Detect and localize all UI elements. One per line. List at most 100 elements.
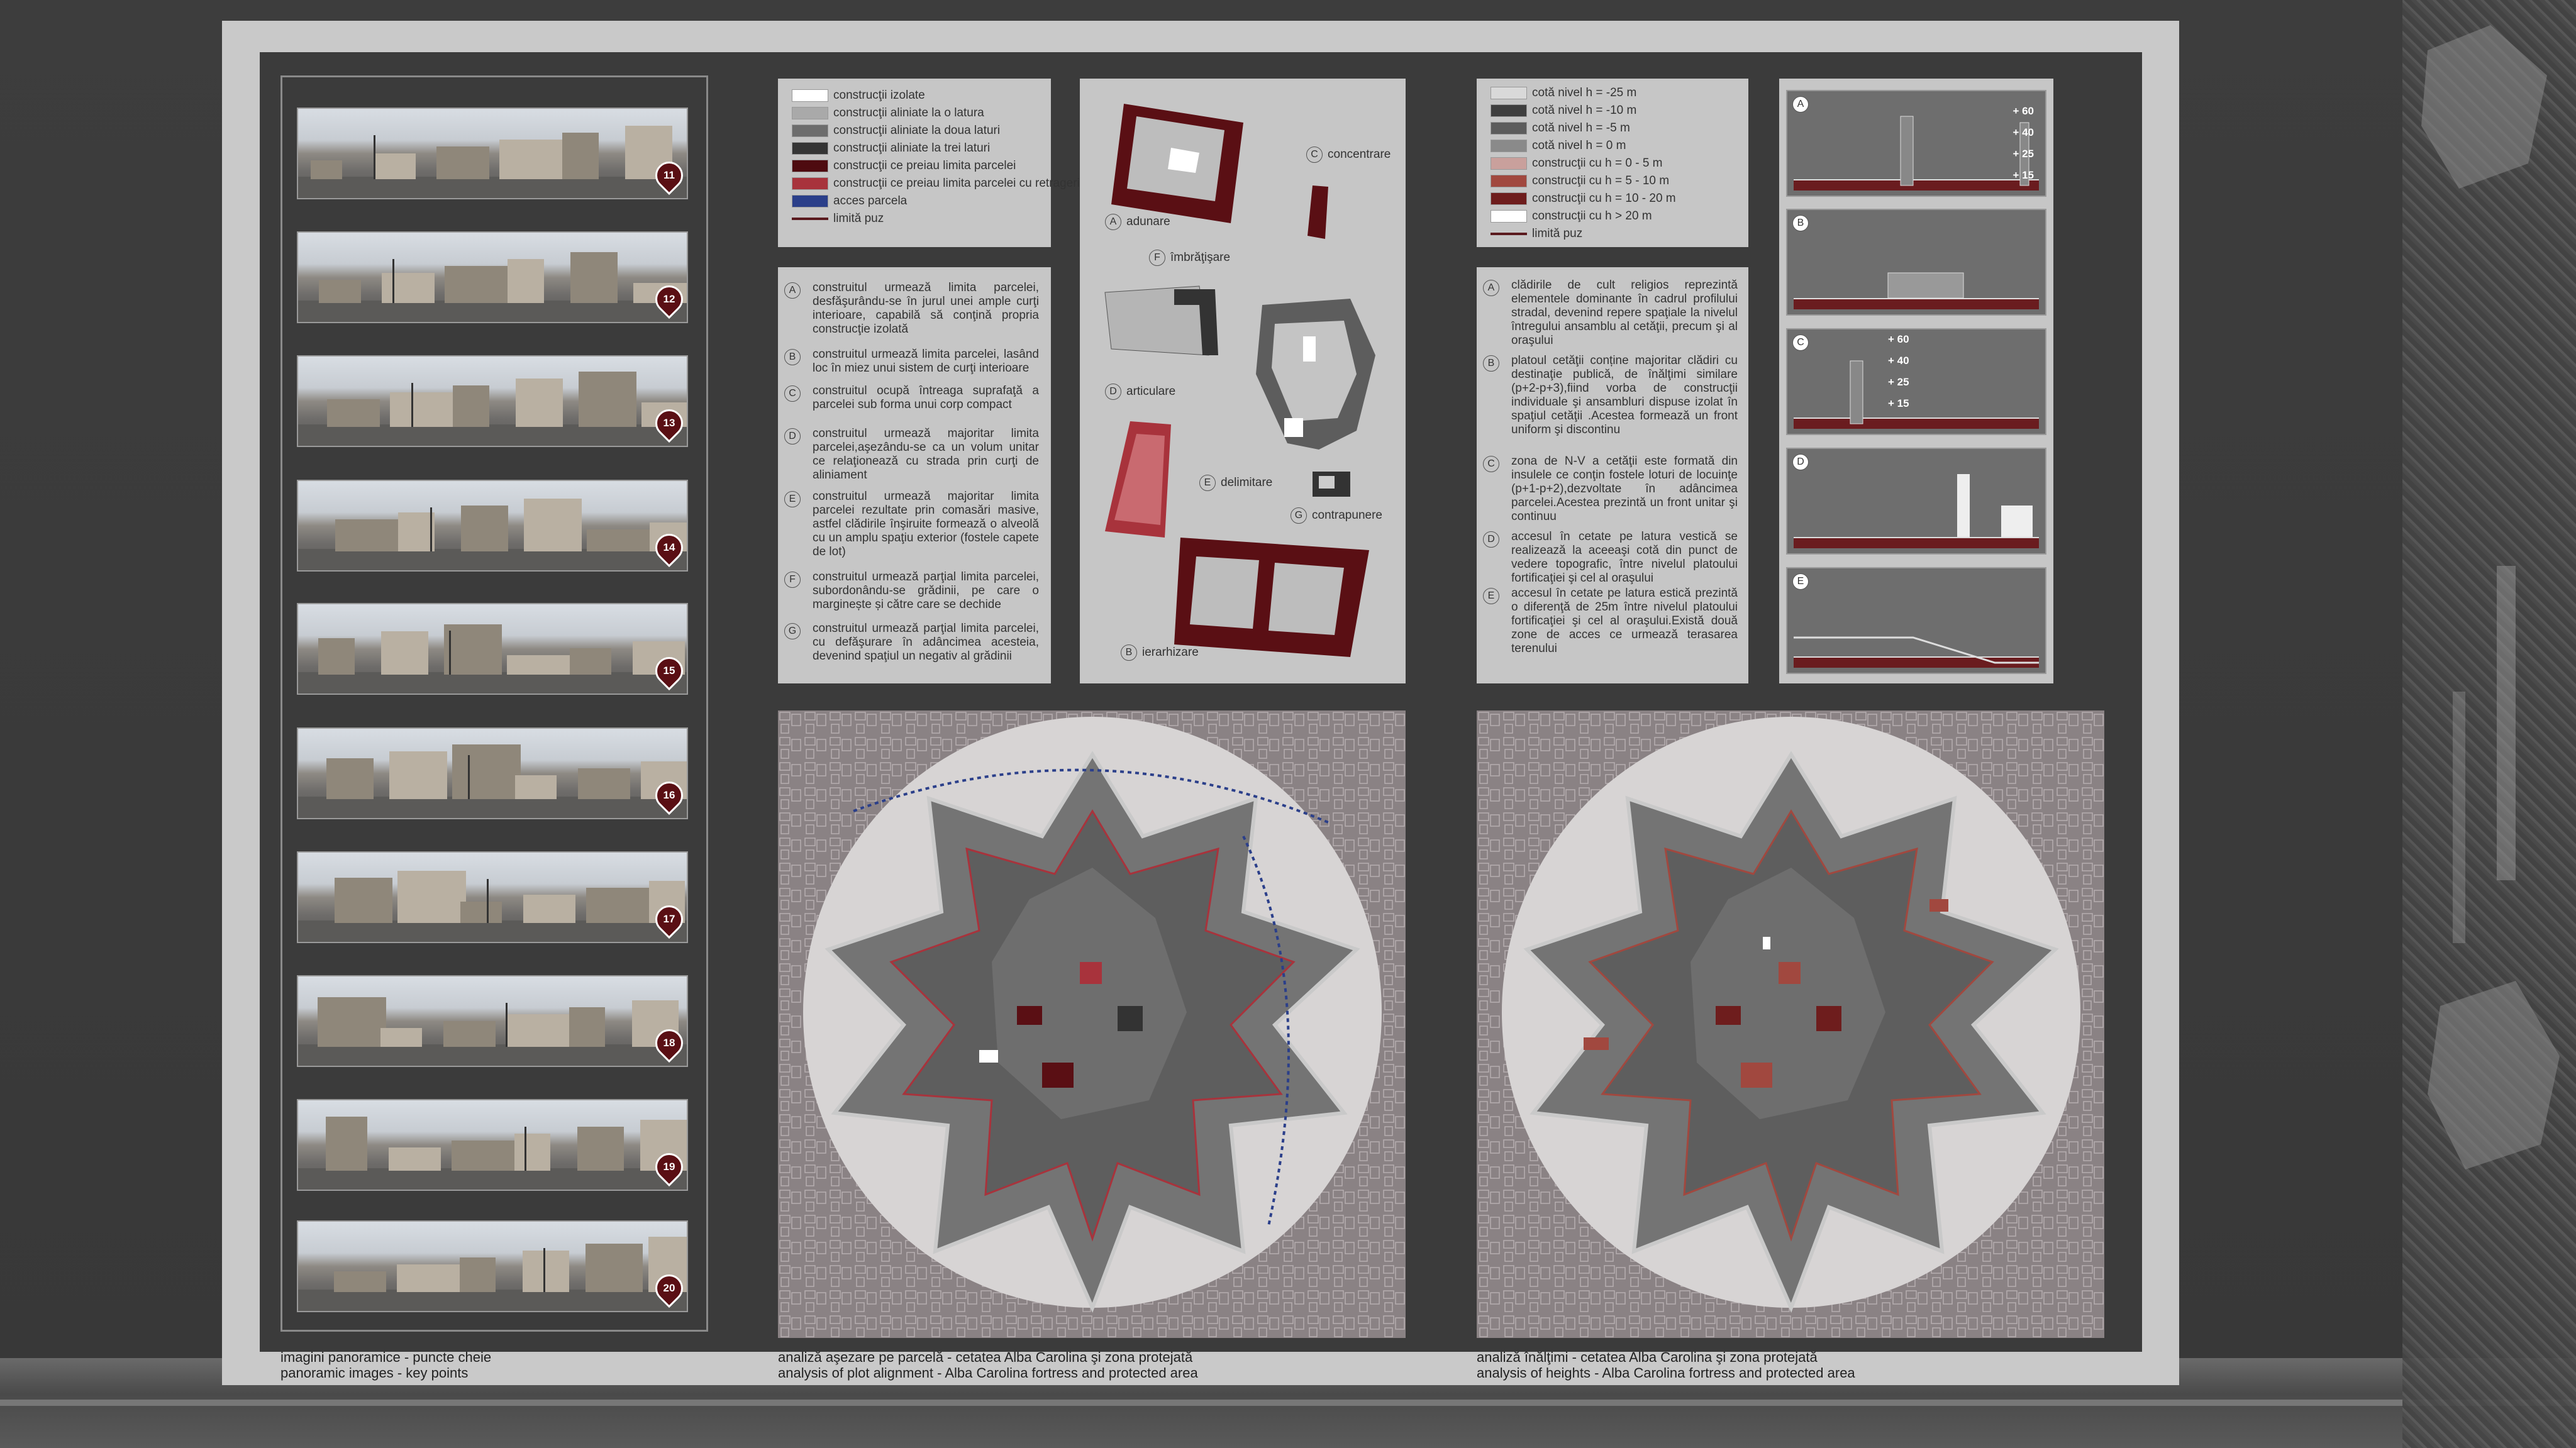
typology-diagrams xyxy=(1104,104,1375,657)
legend-row: construcţii aliniate la trei laturi xyxy=(792,141,990,155)
legend-row: construcţii cu h = 10 - 20 m xyxy=(1491,192,1676,206)
plot-map-caption-ro: analiză aşezare pe parcelă - cetatea Alb… xyxy=(778,1349,1193,1365)
panorama-number: 12 xyxy=(663,293,675,305)
legend-label: construcţii cu h = 5 - 10 m xyxy=(1532,174,1670,187)
item-letter: F xyxy=(784,572,801,588)
item-description: construitul urmează parţial limita parce… xyxy=(813,622,1039,663)
legend-swatch xyxy=(792,124,828,137)
legend-swatch xyxy=(1491,140,1527,152)
plot-alignment-map[interactable] xyxy=(778,710,1406,1338)
typology-letter: B xyxy=(1121,644,1137,661)
legend-swatch xyxy=(1491,87,1527,99)
elevation-section[interactable]: D xyxy=(1786,448,2046,555)
legend-label: cotă nivel h = -10 m xyxy=(1532,104,1637,117)
item-description: construitul urmează parţial limita parce… xyxy=(813,570,1039,611)
legend-row: acces parcela xyxy=(792,194,907,208)
plot-legend-panel: construcţii izolate construcţii aliniate … xyxy=(778,79,1135,247)
level-label: + 40 xyxy=(2012,126,2034,138)
legend-label: construcţii cu h > 20 m xyxy=(1532,209,1652,223)
item-letter: B xyxy=(784,349,801,365)
level-label: + 15 xyxy=(1888,397,1909,409)
legend-label: construcţii aliniate la doua laturi xyxy=(833,124,1001,137)
legend-label: construcţii izolate xyxy=(833,89,925,102)
panorama-number: 20 xyxy=(663,1282,675,1294)
item-description: construitul urmează limita parcelei, des… xyxy=(813,281,1039,336)
item-description: accesul în cetate pe latura vestică se r… xyxy=(1511,530,1738,585)
item-letter: C xyxy=(784,385,801,402)
typology-label: contrapunere xyxy=(1312,509,1382,522)
legend-row: construcţii cu h = 5 - 10 m xyxy=(1491,174,1669,188)
legend-swatch xyxy=(1491,157,1527,170)
panorama-image[interactable] xyxy=(297,480,688,572)
item-description: construitul urmează majoritar limita par… xyxy=(813,490,1039,558)
item-letter: C xyxy=(1483,456,1499,472)
legend-swatch xyxy=(792,218,828,220)
level-label: + 25 xyxy=(2012,148,2034,160)
legend-swatch xyxy=(1491,192,1527,205)
panorama-image[interactable] xyxy=(297,1220,688,1312)
level-label: + 25 xyxy=(1888,376,1909,388)
legend-row: limită puz xyxy=(792,212,884,226)
panorama-image[interactable] xyxy=(297,1099,688,1191)
elevation-section[interactable]: E xyxy=(1786,567,2046,674)
item-description: zona de N-V a cetăţii este formată din i… xyxy=(1511,455,1738,523)
plot-text-panel: Aconstruitul urmează limita parcelei, de… xyxy=(778,267,1051,683)
section-letter: B xyxy=(1792,215,1809,231)
level-label: + 60 xyxy=(1888,333,1909,345)
panorama-image[interactable] xyxy=(297,108,688,199)
legend-row: construcţii aliniate la o latura xyxy=(792,106,984,120)
side-banner xyxy=(2402,0,2576,1448)
item-description: construitul urmează majoritar limita par… xyxy=(813,427,1039,482)
side-banner-pattern xyxy=(2421,25,2560,1169)
typology-letter: C xyxy=(1306,146,1323,163)
section-letter: D xyxy=(1792,454,1809,470)
panorama-caption-en: panoramic images - key points xyxy=(280,1365,469,1381)
legend-swatch xyxy=(1491,233,1527,235)
legend-label: construcţii cu h = 0 - 5 m xyxy=(1532,157,1663,170)
item-letter: D xyxy=(784,428,801,445)
legend-swatch xyxy=(1491,175,1527,187)
typology-label: ierarhizare xyxy=(1142,646,1199,659)
panorama-number: 15 xyxy=(663,665,675,677)
legend-swatch xyxy=(792,89,828,102)
panorama-image[interactable] xyxy=(297,231,688,323)
typology-label: îmbrăţişare xyxy=(1170,251,1231,264)
legend-label: construcţii aliniate la o latura xyxy=(833,106,984,119)
legend-swatch xyxy=(792,160,828,172)
legend-row: limită puz xyxy=(1491,227,1582,241)
panorama-image[interactable] xyxy=(297,975,688,1067)
item-description: construitul urmează limita parcelei, las… xyxy=(813,348,1039,375)
heights-map[interactable] xyxy=(1477,710,2104,1338)
elevation-section[interactable]: A + 60 + 40 + 25 + 15 xyxy=(1786,90,2046,197)
panorama-image[interactable] xyxy=(297,851,688,943)
legend-swatch xyxy=(792,107,828,119)
legend-row: cotă nivel h = -10 m xyxy=(1491,104,1636,118)
legend-swatch xyxy=(1491,104,1527,117)
legend-row: construcţii aliniate la doua laturi xyxy=(792,124,1000,138)
legend-label: construcţii cu h = 10 - 20 m xyxy=(1532,192,1676,205)
panorama-image[interactable] xyxy=(297,355,688,447)
panorama-number: 14 xyxy=(663,541,675,553)
typology-letter: G xyxy=(1291,507,1307,524)
item-letter: A xyxy=(784,282,801,299)
legend-row: construcţii izolate xyxy=(792,89,925,102)
legend-label: limită puz xyxy=(833,212,884,225)
section-letter: C xyxy=(1792,334,1809,351)
typology-label: articulare xyxy=(1126,385,1176,398)
legend-row: cotă nivel h = -5 m xyxy=(1491,121,1630,135)
typology-letter: D xyxy=(1105,384,1121,400)
item-letter: B xyxy=(1483,355,1499,372)
panorama-image[interactable] xyxy=(297,603,688,695)
panorama-number: 19 xyxy=(663,1161,675,1173)
typology-letter: A xyxy=(1105,214,1121,230)
floor-edge xyxy=(0,1400,2576,1406)
elevation-section[interactable]: B xyxy=(1786,209,2046,316)
panorama-image[interactable] xyxy=(297,727,688,819)
legend-row: cotă nivel h = 0 m xyxy=(1491,139,1626,153)
level-label: + 60 xyxy=(2012,105,2034,117)
item-letter: A xyxy=(1483,280,1499,296)
typology-panel: Cconcentrare Aadunare Fîmbrăţişare Darticul… xyxy=(1080,79,1406,683)
elevation-section[interactable]: C + 60 + 40 + 25 + 15 xyxy=(1786,328,2046,435)
legend-row: construcţii cu h > 20 m xyxy=(1491,209,1652,223)
legend-swatch xyxy=(792,177,828,190)
